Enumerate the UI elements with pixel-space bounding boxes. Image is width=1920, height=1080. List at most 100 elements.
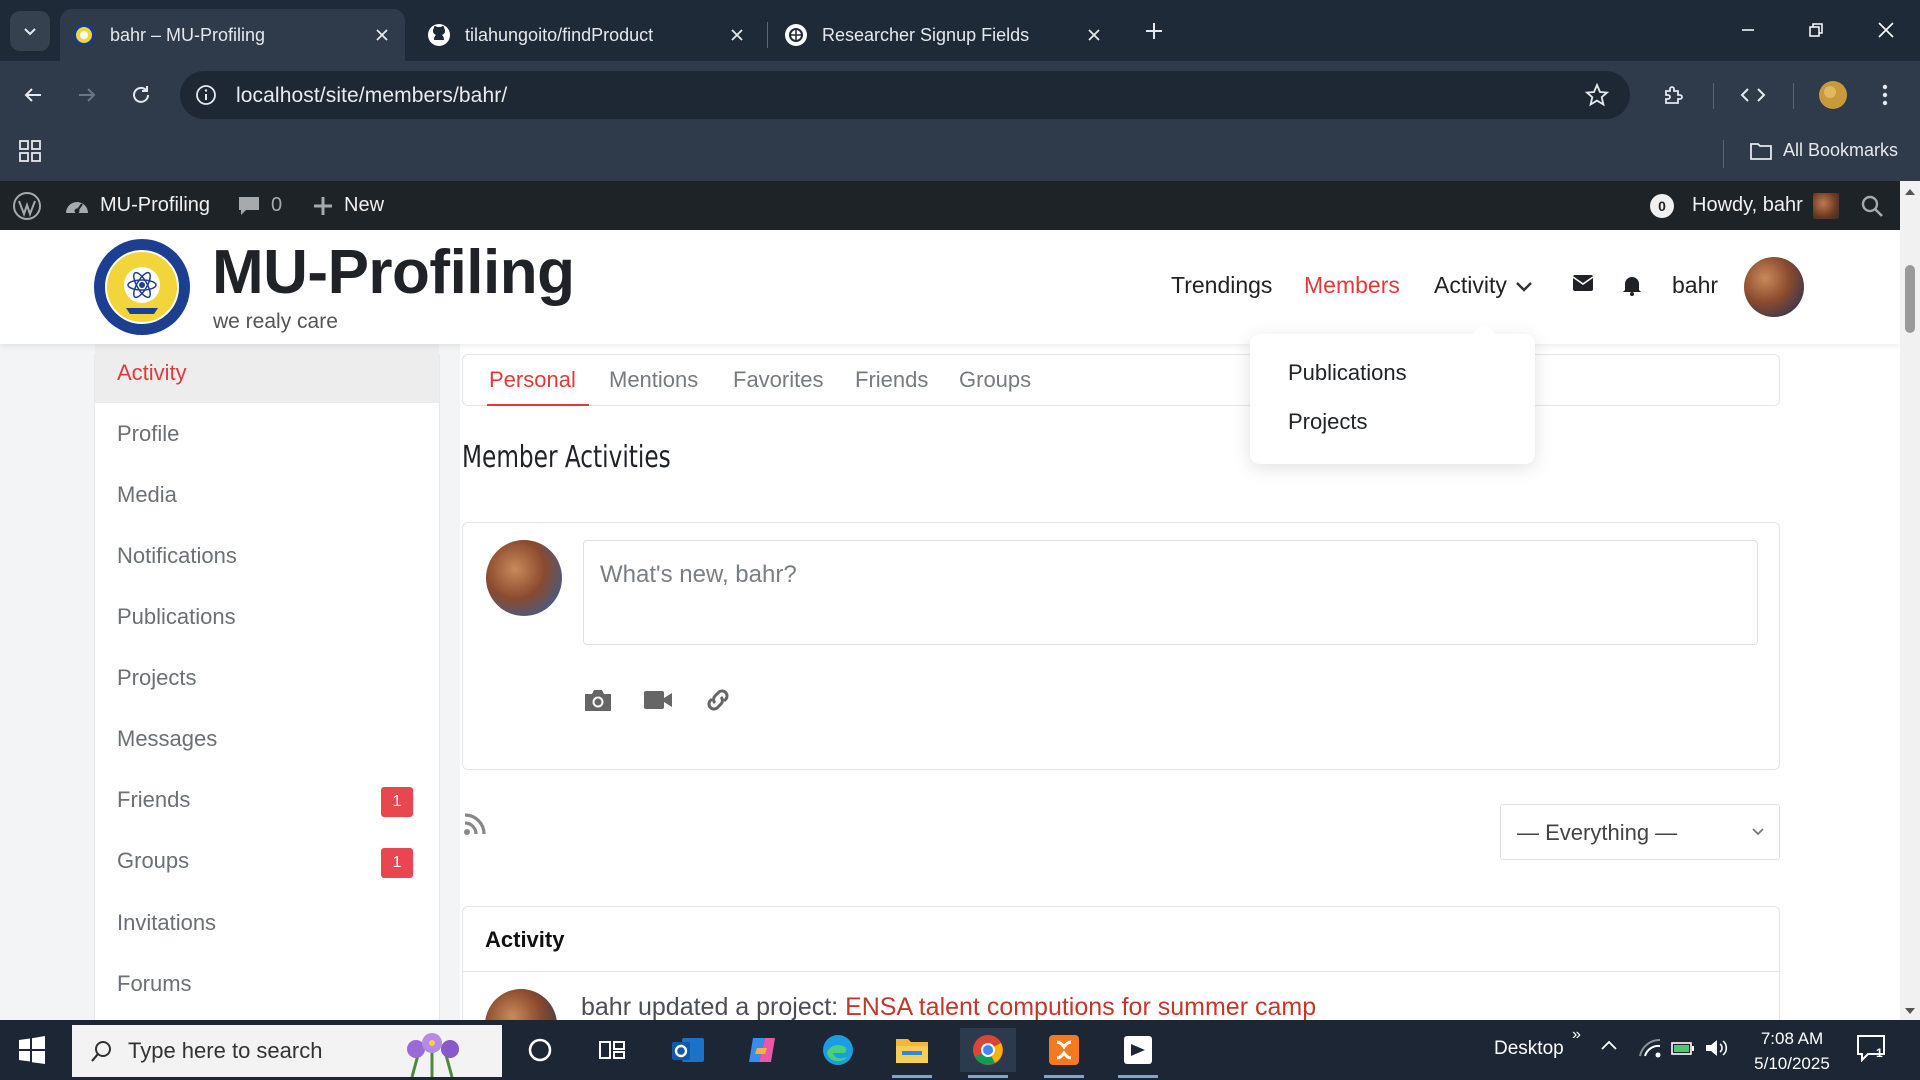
- forward-button[interactable]: [70, 78, 104, 112]
- toolbar-overflow-icon[interactable]: »: [1572, 1026, 1581, 1044]
- taskbar-edge[interactable]: [810, 1028, 866, 1072]
- sidebar-item-messages[interactable]: Messages: [95, 709, 439, 769]
- chrome-icon: [973, 1035, 1003, 1065]
- avatar[interactable]: [1744, 257, 1804, 317]
- tab-search-button[interactable]: [10, 11, 50, 51]
- tab-mentions[interactable]: Mentions: [609, 367, 698, 393]
- link-icon: [707, 689, 729, 711]
- restore-button[interactable]: [1796, 12, 1836, 48]
- account-menu[interactable]: 0 Howdy, bahr: [1650, 181, 1839, 230]
- page-scrollbar[interactable]: [1900, 181, 1920, 1020]
- video-upload-button[interactable]: [641, 685, 675, 715]
- toolbar-divider: [1793, 83, 1794, 109]
- tab-github-findproduct[interactable]: tilahungoito/findProduct: [415, 9, 760, 61]
- sidebar-item-profile[interactable]: Profile: [95, 404, 439, 464]
- sidebar-item-label: Publications: [117, 604, 236, 629]
- notification-count-badge[interactable]: 0: [1650, 193, 1674, 218]
- site-info-icon[interactable]: [194, 83, 218, 107]
- header-username[interactable]: bahr: [1672, 272, 1718, 299]
- mu-favicon-icon: [73, 24, 95, 46]
- tab-friends[interactable]: Friends: [855, 367, 928, 393]
- plus-icon: [314, 196, 332, 215]
- devtools-button[interactable]: [1736, 78, 1770, 112]
- sidebar-item-publications[interactable]: Publications: [95, 587, 439, 647]
- tab-groups[interactable]: Groups: [959, 367, 1031, 393]
- scroll-down-icon[interactable]: [1904, 1006, 1916, 1016]
- link-button[interactable]: [701, 685, 735, 715]
- minimize-button[interactable]: [1728, 12, 1768, 48]
- tab-favorites[interactable]: Favorites: [733, 367, 823, 393]
- photo-upload-button[interactable]: [581, 685, 615, 715]
- bookmarks-bar: All Bookmarks: [0, 128, 1920, 181]
- sidebar-item-label: Invitations: [117, 910, 217, 935]
- taskbar-app-terminal[interactable]: [1110, 1028, 1166, 1078]
- sidebar-item-groups[interactable]: Groups 1: [95, 831, 439, 891]
- windows-start-icon[interactable]: [18, 1036, 46, 1064]
- dropdown-item-publications[interactable]: Publications: [1288, 360, 1407, 386]
- taskbar-file-explorer[interactable]: [884, 1028, 940, 1078]
- taskbar-xampp[interactable]: [1036, 1028, 1092, 1078]
- rss-icon[interactable]: [463, 812, 487, 836]
- sidebar-item-notifications[interactable]: Notifications: [95, 526, 439, 586]
- url-text[interactable]: localhost/site/members/bahr/: [236, 84, 507, 108]
- close-icon[interactable]: [726, 24, 748, 46]
- sidebar-item-invitations[interactable]: Invitations: [95, 893, 439, 953]
- avatar[interactable]: [485, 989, 557, 1020]
- sidebar-item-forums[interactable]: Forums: [95, 954, 439, 1014]
- activity-project-link[interactable]: ENSA talent computions for summer camp: [845, 993, 1316, 1020]
- menu-button[interactable]: [1868, 78, 1902, 112]
- desktop-toolbar-label[interactable]: Desktop: [1494, 1038, 1564, 1060]
- whats-new-input[interactable]: What's new, bahr?: [583, 540, 1758, 645]
- close-icon[interactable]: [371, 24, 393, 46]
- new-content-link[interactable]: New: [312, 181, 384, 230]
- taskbar-clock[interactable]: 7:08 AM 5/10/2025: [1742, 1026, 1842, 1076]
- new-tab-button[interactable]: [1138, 15, 1170, 47]
- sidebar-item-friends[interactable]: Friends 1: [95, 770, 439, 830]
- taskbar-cortana[interactable]: [512, 1028, 568, 1072]
- bookmark-star-icon[interactable]: [1584, 82, 1610, 108]
- taskbar-search-box[interactable]: Type here to search: [72, 1025, 502, 1077]
- site-page: MU-Profiling we realy care Trendings Mem…: [0, 230, 1900, 1020]
- taskbar-copilot[interactable]: [734, 1028, 790, 1072]
- nav-activity[interactable]: Activity: [1434, 272, 1533, 299]
- apps-grid-icon[interactable]: [18, 139, 44, 165]
- site-name-link[interactable]: MU-Profiling: [64, 181, 210, 230]
- reload-icon: [133, 86, 149, 103]
- wordpress-logo-button[interactable]: [12, 181, 52, 230]
- tab-bahr-mu-profiling[interactable]: bahr – MU-Profiling: [60, 9, 405, 61]
- search-button[interactable]: [1860, 181, 1894, 230]
- scroll-up-icon[interactable]: [1904, 187, 1916, 197]
- taskbar-chrome[interactable]: [960, 1028, 1016, 1078]
- clock-date: 5/10/2025: [1754, 1054, 1830, 1073]
- sidebar-item-activity[interactable]: Activity: [95, 343, 439, 403]
- active-tab-underline: [487, 404, 589, 406]
- taskbar-outlook[interactable]: [660, 1028, 716, 1072]
- show-hidden-icons-icon[interactable]: [1600, 1038, 1618, 1052]
- scrollbar-thumb[interactable]: [1905, 265, 1915, 333]
- comments-link[interactable]: 0: [237, 181, 282, 230]
- envelope-icon[interactable]: [1572, 274, 1594, 292]
- mekelle-university-logo[interactable]: [93, 238, 191, 336]
- reload-button[interactable]: [124, 78, 158, 112]
- close-icon[interactable]: [1083, 24, 1105, 46]
- all-bookmarks-button[interactable]: All Bookmarks: [1749, 140, 1898, 161]
- close-window-button[interactable]: [1866, 12, 1906, 48]
- address-bar[interactable]: localhost/site/members/bahr/: [180, 71, 1630, 119]
- activity-filter-select[interactable]: — Everything —: [1500, 804, 1780, 860]
- profile-button[interactable]: [1816, 78, 1850, 112]
- dropdown-item-projects[interactable]: Projects: [1288, 409, 1367, 435]
- wifi-icon[interactable]: [1638, 1038, 1662, 1058]
- battery-icon[interactable]: [1670, 1038, 1696, 1058]
- bell-icon[interactable]: [1622, 274, 1642, 296]
- back-button[interactable]: [16, 78, 50, 112]
- nav-trendings[interactable]: Trendings: [1171, 272, 1272, 299]
- sidebar-item-projects[interactable]: Projects: [95, 648, 439, 708]
- volume-icon[interactable]: [1704, 1038, 1728, 1058]
- sidebar-item-media[interactable]: Media: [95, 465, 439, 525]
- taskbar-task-view[interactable]: [584, 1028, 640, 1072]
- extensions-button[interactable]: [1656, 78, 1690, 112]
- nav-members[interactable]: Members: [1304, 272, 1400, 299]
- site-title[interactable]: MU-Profiling: [212, 237, 575, 308]
- tab-researcher-signup[interactable]: Researcher Signup Fields: [772, 9, 1117, 61]
- tab-personal[interactable]: Personal: [489, 367, 576, 393]
